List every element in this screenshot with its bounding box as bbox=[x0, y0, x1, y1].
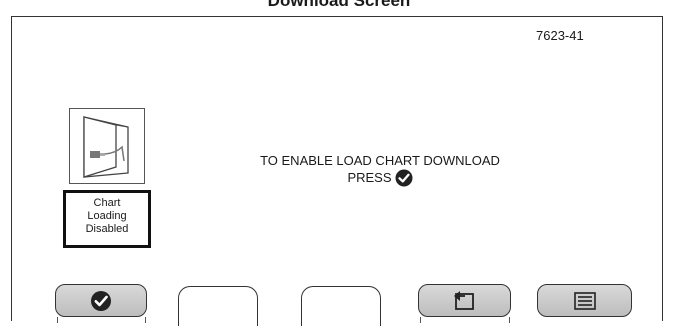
status-line-loading: Loading bbox=[87, 210, 127, 222]
instruction-line-2: PRESS bbox=[347, 170, 392, 185]
instruction-message: TO ENABLE LOAD CHART DOWNLOAD PRESS bbox=[200, 153, 560, 187]
softkey-2[interactable] bbox=[178, 286, 258, 326]
status-line-chart: Chart bbox=[93, 197, 121, 209]
back-softkey[interactable] bbox=[418, 284, 511, 317]
softkey-divider bbox=[145, 317, 146, 323]
instruction-line-1: TO ENABLE LOAD CHART DOWNLOAD bbox=[260, 153, 500, 168]
checkmark-circle-icon bbox=[395, 169, 413, 187]
softkey-divider bbox=[509, 317, 510, 323]
door-usb-icon bbox=[69, 108, 145, 184]
softkey-3[interactable] bbox=[301, 286, 381, 326]
chart-loading-status-box: Chart Loading Disabled bbox=[63, 190, 151, 248]
softkey-divider bbox=[57, 317, 58, 323]
status-line-disabled: Disabled bbox=[85, 223, 129, 235]
menu-softkey[interactable] bbox=[537, 284, 632, 317]
page-caption: Download Screen bbox=[267, 0, 411, 10]
confirm-softkey[interactable] bbox=[55, 284, 147, 317]
reference-number: 7623-41 bbox=[536, 28, 584, 43]
softkey-divider bbox=[420, 317, 421, 323]
